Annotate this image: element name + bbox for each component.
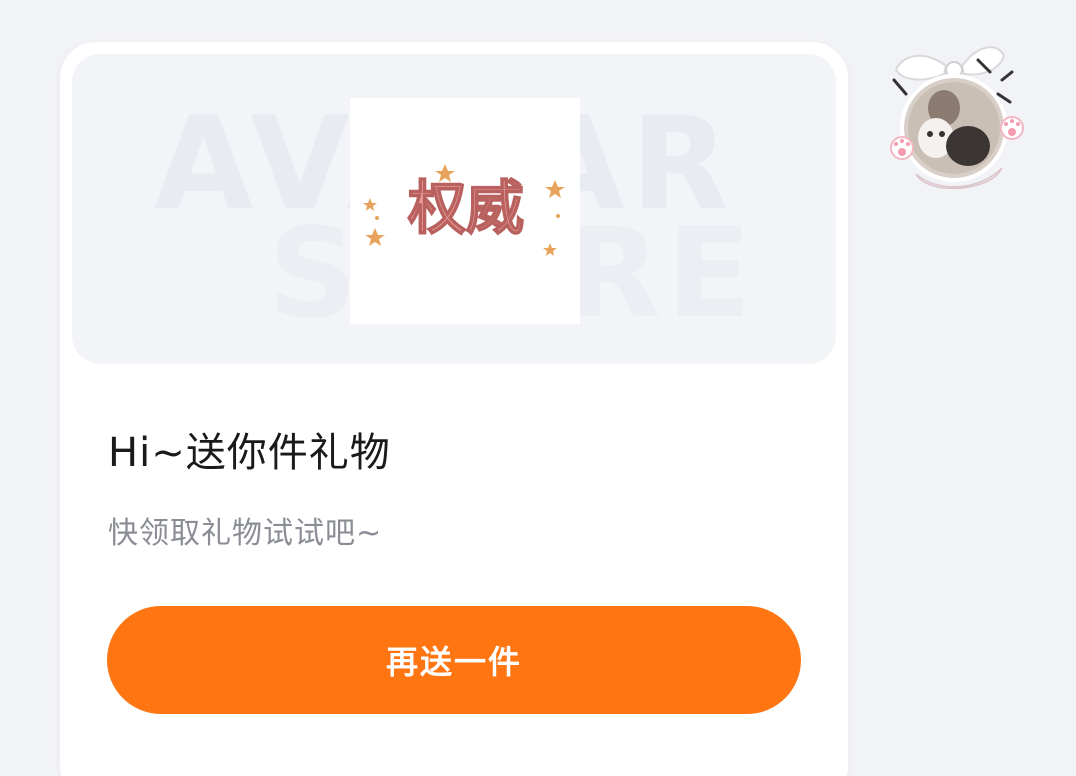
card-subtitle: 快领取礼物试试吧~ bbox=[108, 516, 383, 551]
send-another-button[interactable]: 再送一件 bbox=[107, 606, 801, 714]
user-avatar[interactable] bbox=[886, 42, 1030, 192]
gift-card: AVATAR STORE 权威 Hi~送你 bbox=[60, 42, 848, 776]
screen: AVATAR STORE 权威 Hi~送你 bbox=[0, 0, 1076, 776]
card-title: Hi~送你件礼物 bbox=[108, 430, 391, 476]
gift-product-artwork: 权威 bbox=[363, 164, 565, 256]
gift-banner: AVATAR STORE 权威 bbox=[72, 54, 836, 364]
paw-icon bbox=[1000, 116, 1024, 140]
paw-icon bbox=[890, 136, 914, 160]
gift-product-image[interactable]: 权威 bbox=[350, 98, 580, 324]
avatar-frame-icon bbox=[890, 46, 1024, 190]
product-label: 权威 bbox=[407, 174, 524, 242]
